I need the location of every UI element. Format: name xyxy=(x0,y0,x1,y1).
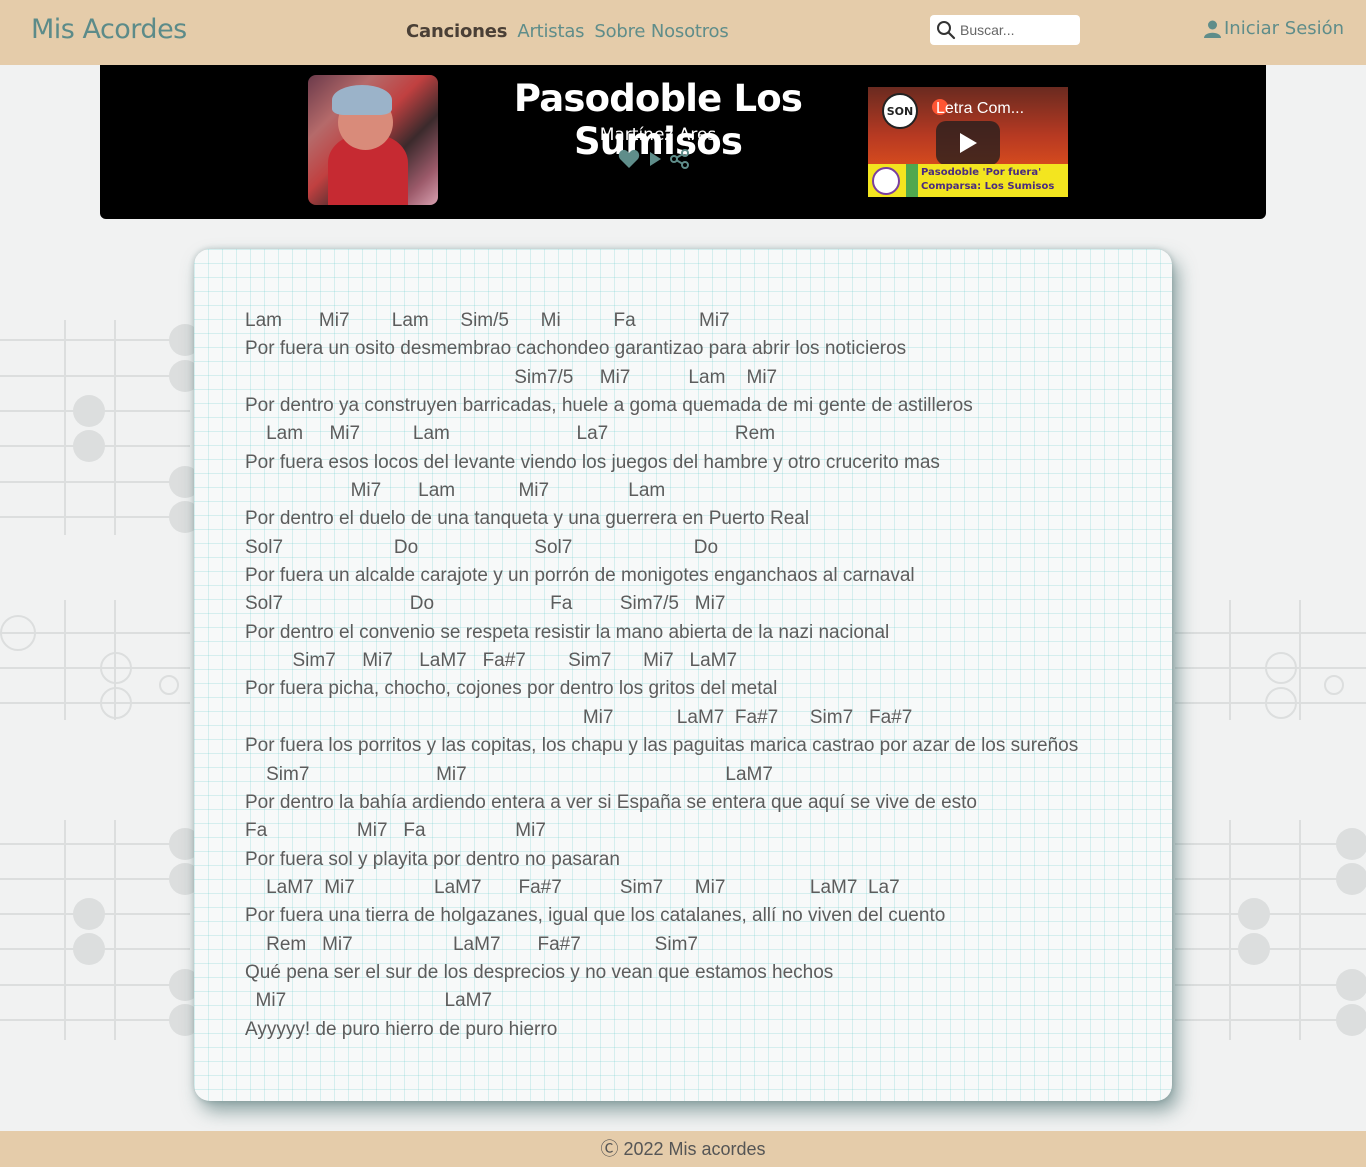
video-caption-line-2: Comparsa: Los Sumisos xyxy=(921,181,1055,192)
lyrics-text: Lam Mi7 Lam Sim/5 Mi Fa Mi7 Por fuera un … xyxy=(245,307,1078,1044)
user-icon xyxy=(1204,20,1221,38)
share-icon[interactable] xyxy=(670,149,690,169)
song-header: Pasodoble Los Sumisos Martínez Ares SON … xyxy=(100,65,1266,219)
nav-link-sobre-nosotros[interactable]: Sobre Nosotros xyxy=(594,21,728,42)
login-button[interactable]: Iniciar Sesión xyxy=(1204,18,1344,39)
brand-logo[interactable]: Mis Acordes xyxy=(31,14,187,45)
song-cover-image xyxy=(308,75,438,205)
chord-line: Lam Mi7 Lam La7 Rem xyxy=(245,423,776,445)
play-icon[interactable] xyxy=(648,151,662,167)
lyric-line: Por fuera picha, chocho, cojones por den… xyxy=(245,678,778,700)
lyric-line: Por fuera esos locos del levante viendo … xyxy=(245,451,940,473)
copyright-text: Ⓒ 2022 Mis acordes xyxy=(600,1139,766,1159)
nav-link-canciones[interactable]: Canciones xyxy=(406,21,508,42)
song-actions xyxy=(618,149,690,169)
lyric-line: Por dentro el duelo de una tanqueta y un… xyxy=(245,508,810,530)
lyric-line: Por fuera un alcalde carajote y un porró… xyxy=(245,565,915,587)
video-title[interactable]: Letra Com... xyxy=(936,100,1024,118)
lyric-line: Por dentro el convenio se respeta resist… xyxy=(245,621,890,643)
chord-line: Sim7/5 Mi7 Lam Mi7 xyxy=(245,366,778,388)
chord-line: Sol7 Do Fa Sim7/5 Mi7 xyxy=(245,593,726,615)
chord-line: Sim7 Mi7 LaM7 Fa#7 Sim7 Mi7 LaM7 xyxy=(245,650,738,672)
lyric-line: Por dentro la bahía ardiendo entera a ve… xyxy=(245,791,977,813)
video-play-button[interactable] xyxy=(936,121,1000,165)
lyric-line: Qué pena ser el sur de los desprecios y … xyxy=(245,961,834,983)
lyrics-sheet: Lam Mi7 Lam Sim/5 Mi Fa Mi7 Por fuera un … xyxy=(194,249,1172,1101)
heart-icon[interactable] xyxy=(618,149,640,169)
chord-line: Rem Mi7 LaM7 Fa#7 Sim7 xyxy=(245,933,698,955)
login-label: Iniciar Sesión xyxy=(1224,18,1345,39)
nav-links: Canciones Artistas Sobre Nosotros xyxy=(406,21,729,42)
lyric-line: Por dentro ya construyen barricadas, hue… xyxy=(245,395,973,417)
lyric-line: Ayyyyy! de puro hierro de puro hierro xyxy=(245,1018,558,1040)
top-navbar: Mis Acordes Canciones Artistas Sobre Nos… xyxy=(0,0,1366,65)
footer: Ⓒ 2022 Mis acordes xyxy=(0,1131,1366,1167)
chord-line: LaM7 Mi7 LaM7 Fa#7 Sim7 Mi7 LaM7 La7 xyxy=(245,876,900,898)
search-input[interactable] xyxy=(960,22,1070,38)
lyric-line: Por fuera sol y playita por dentro no pa… xyxy=(245,848,620,870)
chord-line: Mi7 Lam Mi7 Lam xyxy=(245,480,666,502)
search-box xyxy=(930,15,1080,45)
song-artist[interactable]: Martínez Ares xyxy=(558,125,758,145)
video-caption-banner: Pasodoble 'Por fuera' Comparsa: Los Sumi… xyxy=(868,164,1068,197)
chord-line: Mi7 LaM7 xyxy=(245,990,493,1012)
chord-line: Fa Mi7 Fa Mi7 xyxy=(245,820,546,842)
chord-line: Mi7 LaM7 Fa#7 Sim7 Fa#7 xyxy=(245,706,913,728)
lyric-line: Por fuera una tierra de holgazanes, igua… xyxy=(245,905,946,927)
logo-icon xyxy=(872,167,900,195)
chord-line: Lam Mi7 Lam Sim/5 Mi Fa Mi7 xyxy=(245,310,730,331)
search-icon[interactable] xyxy=(936,20,956,40)
channel-logo: SON xyxy=(882,93,918,129)
play-icon xyxy=(960,133,977,153)
video-caption-line-1: Pasodoble 'Por fuera' xyxy=(921,167,1042,178)
youtube-video-embed[interactable]: SON Letra Com... Pasodoble 'Por fuera' C… xyxy=(868,87,1068,197)
chord-line: Sol7 Do Sol7 Do xyxy=(245,536,719,558)
chord-line: Sim7 Mi7 LaM7 xyxy=(245,763,773,785)
nav-link-artistas[interactable]: Artistas xyxy=(517,21,584,42)
lyric-line: Por fuera los porritos y las copitas, lo… xyxy=(245,735,1079,757)
lyric-line: Por fuera un osito desmembrao cachondeo … xyxy=(245,338,907,360)
